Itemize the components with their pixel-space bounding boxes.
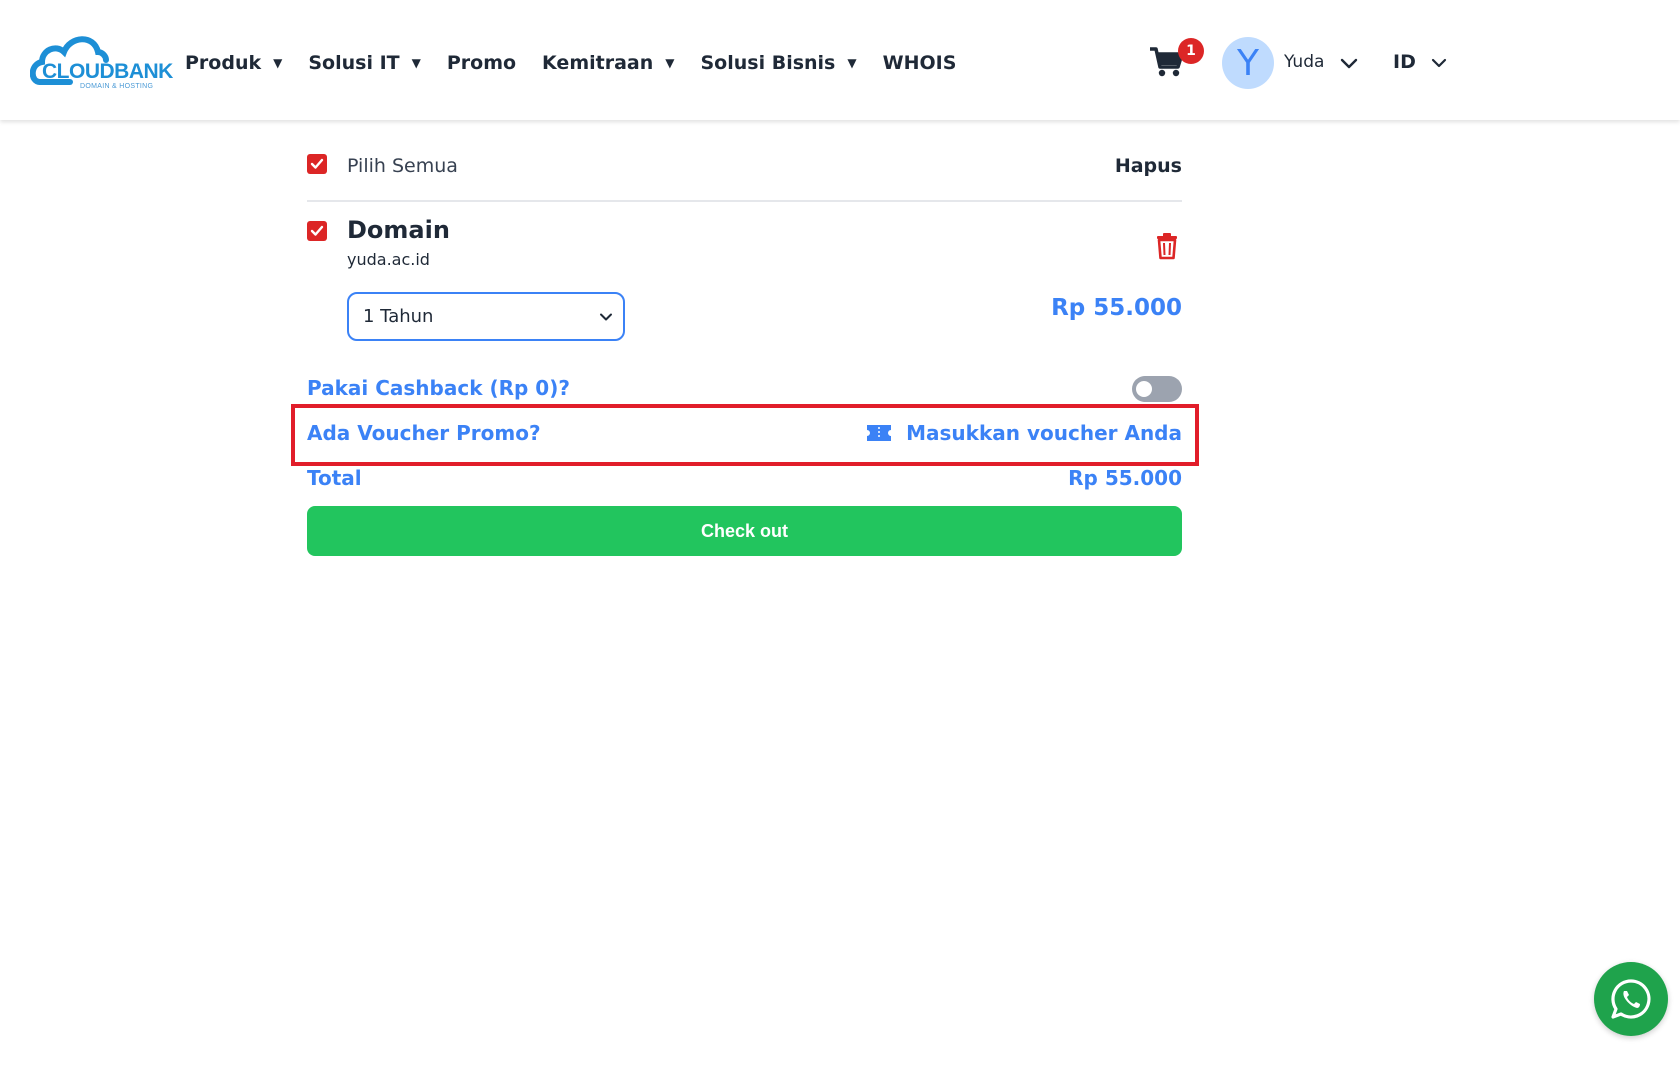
chevron-down-icon <box>600 313 612 321</box>
total-label: Total <box>307 466 362 490</box>
nav-kemitraan[interactable]: Kemitraan ▼ <box>542 52 674 74</box>
user-avatar[interactable]: Y <box>1222 37 1274 89</box>
caret-down-icon: ▼ <box>665 56 675 70</box>
delete-all-button[interactable]: Hapus <box>1115 155 1182 177</box>
chevron-down-icon[interactable] <box>1430 54 1448 72</box>
user-name[interactable]: Yuda <box>1284 52 1324 72</box>
site-header: CLOUDBANK DOMAIN & HOSTING Produk ▼ Solu… <box>0 0 1680 120</box>
caret-down-icon: ▼ <box>273 56 283 70</box>
caret-down-icon: ▼ <box>411 56 421 70</box>
cart-count-badge: 1 <box>1178 38 1204 64</box>
logo-wordmark: CLOUDBANK <box>42 60 173 83</box>
language-selector[interactable]: ID <box>1393 51 1416 73</box>
nav-solusi-bisnis-label: Solusi Bisnis <box>700 52 836 74</box>
cart-item-title: Domain <box>347 216 450 244</box>
select-all-row: Pilih Semua Hapus <box>307 154 1182 184</box>
nav-solusi-it-label: Solusi IT <box>308 52 400 74</box>
cart-item-domain: yuda.ac.id <box>347 250 430 269</box>
whatsapp-icon <box>1611 979 1651 1019</box>
cart-item-price: Rp 55.000 <box>1051 295 1182 321</box>
caret-down-icon: ▼ <box>847 56 857 70</box>
check-icon <box>310 225 324 236</box>
nav-promo[interactable]: Promo <box>447 52 516 74</box>
cashback-toggle[interactable] <box>1132 376 1182 402</box>
toggle-knob <box>1136 381 1152 397</box>
nav-produk[interactable]: Produk ▼ <box>185 52 282 74</box>
cashback-label: Pakai Cashback (Rp 0)? <box>307 376 570 400</box>
main-nav: Produk ▼ Solusi IT ▼ Promo Kemitraan ▼ S… <box>185 50 982 76</box>
nav-solusi-it[interactable]: Solusi IT ▼ <box>308 52 420 74</box>
whatsapp-chat-button[interactable] <box>1594 962 1668 1036</box>
period-select-value: 1 Tahun <box>363 306 434 327</box>
chevron-down-icon[interactable] <box>1338 52 1360 74</box>
divider <box>307 200 1182 202</box>
check-icon <box>310 158 324 169</box>
period-select[interactable]: 1 Tahun <box>347 292 625 341</box>
domain-item-checkbox[interactable] <box>307 221 327 241</box>
enter-voucher-label: Masukkan voucher Anda <box>906 421 1182 445</box>
nav-whois-label: WHOIS <box>882 52 957 74</box>
nav-solusi-bisnis[interactable]: Solusi Bisnis ▼ <box>701 52 857 74</box>
voucher-question: Ada Voucher Promo? <box>307 421 541 445</box>
nav-kemitraan-label: Kemitraan <box>542 52 654 74</box>
select-all-checkbox[interactable] <box>307 154 327 174</box>
cloudbank-logo[interactable]: CLOUDBANK DOMAIN & HOSTING <box>30 30 173 94</box>
nav-produk-label: Produk <box>185 52 262 74</box>
enter-voucher-link[interactable]: Masukkan voucher Anda <box>866 421 1182 445</box>
nav-whois[interactable]: WHOIS <box>883 52 957 74</box>
select-all-label: Pilih Semua <box>347 155 458 177</box>
checkout-button[interactable]: Check out <box>307 506 1182 556</box>
nav-promo-label: Promo <box>446 52 517 74</box>
trash-icon[interactable] <box>1155 232 1179 260</box>
ticket-icon <box>867 425 892 441</box>
logo-tagline: DOMAIN & HOSTING <box>80 83 154 90</box>
total-value: Rp 55.000 <box>1068 466 1182 490</box>
